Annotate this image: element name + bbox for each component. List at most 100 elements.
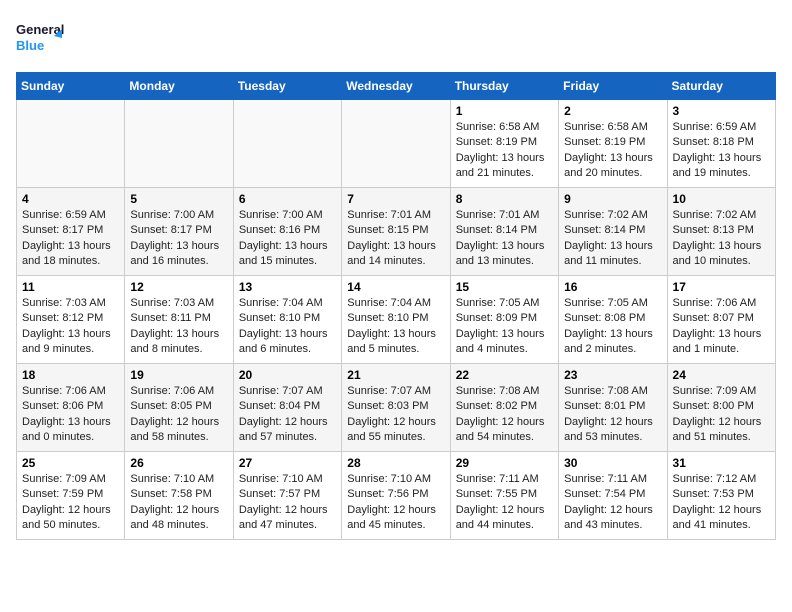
svg-text:Blue: Blue [16, 38, 44, 53]
calendar-day-cell: 6Sunrise: 7:00 AM Sunset: 8:16 PM Daylig… [233, 188, 341, 276]
day-info: Sunrise: 7:06 AM Sunset: 8:07 PM Dayligh… [673, 296, 770, 358]
calendar-day-cell: 8 Sunrise: 7:01 AM Sunset: 8:14 PM Daylig… [450, 188, 558, 276]
day-number: 14 [347, 280, 444, 294]
day-info: Sunrise: 7:07 AM Sunset: 8:04 PM Dayligh… [239, 384, 336, 446]
day-info: Sunrise: 7:09 AM Sunset: 7:59 PM Dayligh… [22, 472, 119, 534]
day-number: 27 [239, 456, 336, 470]
calendar-day-cell: 22 Sunrise: 7:08 AM Sunset: 8:02 PM Dayli… [450, 364, 558, 452]
calendar-day-cell: 20 Sunrise: 7:07 AM Sunset: 8:04 PM Dayli… [233, 364, 341, 452]
day-info: Sunrise: 7:01 AM Sunset: 8:15 PM Dayligh… [347, 208, 444, 270]
day-number: 15 [456, 280, 553, 294]
day-number: 17 [673, 280, 770, 294]
day-number: 11 [22, 280, 119, 294]
day-info: Sunrise: 6:59 AM Sunset: 8:17 PM Dayligh… [22, 208, 119, 270]
calendar-day-cell: 27 Sunrise: 7:10 AM Sunset: 7:57 PM Dayli… [233, 452, 341, 540]
day-info: Sunrise: 7:11 AM Sunset: 7:55 PM Dayligh… [456, 472, 553, 534]
day-number: 21 [347, 368, 444, 382]
day-info: Sunrise: 7:08 AM Sunset: 8:02 PM Dayligh… [456, 384, 553, 446]
day-number: 18 [22, 368, 119, 382]
day-number: 29 [456, 456, 553, 470]
calendar-week-row: 25 Sunrise: 7:09 AM Sunset: 7:59 PM Dayli… [17, 452, 776, 540]
day-info: Sunrise: 7:10 AM Sunset: 7:58 PM Dayligh… [130, 472, 227, 534]
day-info: Sunrise: 7:04 AM Sunset: 8:10 PM Dayligh… [239, 296, 336, 358]
day-number: 3 [673, 104, 770, 118]
day-number: 19 [130, 368, 227, 382]
day-number: 12 [130, 280, 227, 294]
calendar-day-cell [233, 100, 341, 188]
day-number: 30 [564, 456, 661, 470]
calendar-day-header: Thursday [450, 73, 558, 100]
calendar-day-cell: 18 Sunrise: 7:06 AM Sunset: 8:06 PM Dayli… [17, 364, 125, 452]
calendar-day-cell: 2 Sunrise: 6:58 AM Sunset: 8:19 PM Daylig… [559, 100, 667, 188]
calendar-day-cell: 9 Sunrise: 7:02 AM Sunset: 8:14 PM Daylig… [559, 188, 667, 276]
day-info: Sunrise: 7:10 AM Sunset: 7:57 PM Dayligh… [239, 472, 336, 534]
calendar-day-cell: 31Sunrise: 7:12 AM Sunset: 7:53 PM Dayli… [667, 452, 775, 540]
calendar-day-header: Saturday [667, 73, 775, 100]
day-number: 9 [564, 192, 661, 206]
day-number: 31 [673, 456, 770, 470]
logo: General Blue [16, 16, 66, 60]
calendar-day-cell [17, 100, 125, 188]
calendar-day-cell: 12Sunrise: 7:03 AM Sunset: 8:11 PM Dayli… [125, 276, 233, 364]
calendar-day-cell [125, 100, 233, 188]
calendar-day-cell: 25 Sunrise: 7:09 AM Sunset: 7:59 PM Dayli… [17, 452, 125, 540]
calendar-header-row: SundayMondayTuesdayWednesdayThursdayFrid… [17, 73, 776, 100]
day-number: 5 [130, 192, 227, 206]
header: General Blue [16, 16, 776, 60]
calendar-day-cell: 13Sunrise: 7:04 AM Sunset: 8:10 PM Dayli… [233, 276, 341, 364]
day-info: Sunrise: 7:11 AM Sunset: 7:54 PM Dayligh… [564, 472, 661, 534]
calendar-day-cell: 1 Sunrise: 6:58 AM Sunset: 8:19 PM Daylig… [450, 100, 558, 188]
day-number: 4 [22, 192, 119, 206]
calendar-day-header: Friday [559, 73, 667, 100]
day-number: 2 [564, 104, 661, 118]
day-number: 23 [564, 368, 661, 382]
day-info: Sunrise: 6:59 AM Sunset: 8:18 PM Dayligh… [673, 120, 770, 182]
day-number: 26 [130, 456, 227, 470]
calendar-week-row: 11 Sunrise: 7:03 AM Sunset: 8:12 PM Dayli… [17, 276, 776, 364]
calendar-day-cell: 17 Sunrise: 7:06 AM Sunset: 8:07 PM Dayli… [667, 276, 775, 364]
day-number: 24 [673, 368, 770, 382]
day-number: 16 [564, 280, 661, 294]
calendar-day-cell: 4 Sunrise: 6:59 AM Sunset: 8:17 PM Daylig… [17, 188, 125, 276]
day-number: 22 [456, 368, 553, 382]
day-info: Sunrise: 7:02 AM Sunset: 8:13 PM Dayligh… [673, 208, 770, 270]
calendar-day-cell: 19 Sunrise: 7:06 AM Sunset: 8:05 PM Dayli… [125, 364, 233, 452]
day-number: 10 [673, 192, 770, 206]
day-number: 1 [456, 104, 553, 118]
calendar-day-cell: 10 Sunrise: 7:02 AM Sunset: 8:13 PM Dayli… [667, 188, 775, 276]
day-info: Sunrise: 7:03 AM Sunset: 8:12 PM Dayligh… [22, 296, 119, 358]
day-info: Sunrise: 7:02 AM Sunset: 8:14 PM Dayligh… [564, 208, 661, 270]
calendar-day-header: Sunday [17, 73, 125, 100]
day-number: 6 [239, 192, 336, 206]
day-info: Sunrise: 6:58 AM Sunset: 8:19 PM Dayligh… [564, 120, 661, 182]
calendar-day-cell: 16Sunrise: 7:05 AM Sunset: 8:08 PM Dayli… [559, 276, 667, 364]
calendar-day-cell: 24Sunrise: 7:09 AM Sunset: 8:00 PM Dayli… [667, 364, 775, 452]
calendar-day-cell: 14Sunrise: 7:04 AM Sunset: 8:10 PM Dayli… [342, 276, 450, 364]
calendar-day-cell: 26 Sunrise: 7:10 AM Sunset: 7:58 PM Dayli… [125, 452, 233, 540]
day-info: Sunrise: 7:10 AM Sunset: 7:56 PM Dayligh… [347, 472, 444, 534]
day-info: Sunrise: 7:06 AM Sunset: 8:06 PM Dayligh… [22, 384, 119, 446]
calendar-day-cell: 28 Sunrise: 7:10 AM Sunset: 7:56 PM Dayli… [342, 452, 450, 540]
logo-svg: General Blue [16, 16, 66, 60]
calendar-week-row: 1 Sunrise: 6:58 AM Sunset: 8:19 PM Daylig… [17, 100, 776, 188]
calendar-day-cell: 15Sunrise: 7:05 AM Sunset: 8:09 PM Dayli… [450, 276, 558, 364]
calendar-day-cell: 21Sunrise: 7:07 AM Sunset: 8:03 PM Dayli… [342, 364, 450, 452]
day-info: Sunrise: 7:00 AM Sunset: 8:17 PM Dayligh… [130, 208, 227, 270]
calendar-day-cell: 29 Sunrise: 7:11 AM Sunset: 7:55 PM Dayli… [450, 452, 558, 540]
day-number: 28 [347, 456, 444, 470]
day-info: Sunrise: 7:01 AM Sunset: 8:14 PM Dayligh… [456, 208, 553, 270]
calendar-day-cell: 5 Sunrise: 7:00 AM Sunset: 8:17 PM Daylig… [125, 188, 233, 276]
day-info: Sunrise: 7:06 AM Sunset: 8:05 PM Dayligh… [130, 384, 227, 446]
calendar-day-cell: 23 Sunrise: 7:08 AM Sunset: 8:01 PM Dayli… [559, 364, 667, 452]
day-info: Sunrise: 7:08 AM Sunset: 8:01 PM Dayligh… [564, 384, 661, 446]
day-number: 25 [22, 456, 119, 470]
calendar-day-cell: 3 Sunrise: 6:59 AM Sunset: 8:18 PM Daylig… [667, 100, 775, 188]
calendar-day-header: Monday [125, 73, 233, 100]
calendar-body: 1 Sunrise: 6:58 AM Sunset: 8:19 PM Daylig… [17, 100, 776, 540]
day-number: 20 [239, 368, 336, 382]
calendar-day-header: Wednesday [342, 73, 450, 100]
day-number: 7 [347, 192, 444, 206]
day-info: Sunrise: 6:58 AM Sunset: 8:19 PM Dayligh… [456, 120, 553, 182]
day-number: 8 [456, 192, 553, 206]
calendar-day-cell: 11 Sunrise: 7:03 AM Sunset: 8:12 PM Dayli… [17, 276, 125, 364]
